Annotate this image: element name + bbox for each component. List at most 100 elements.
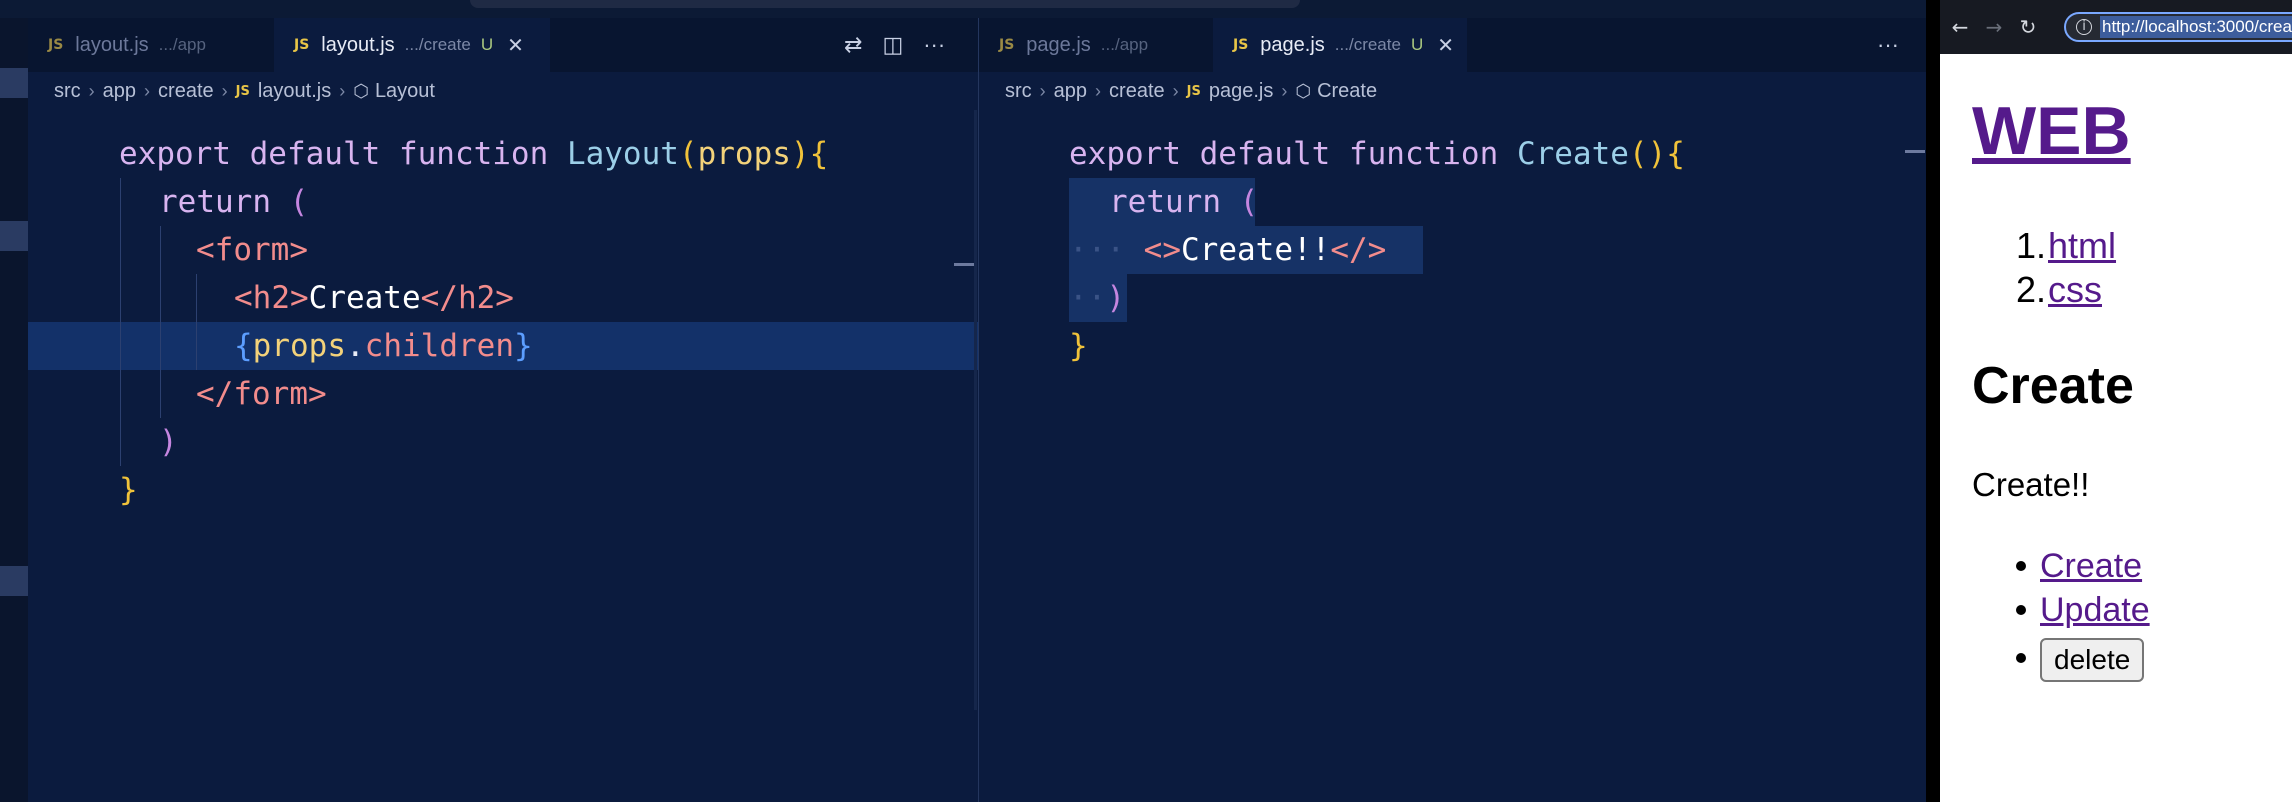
chevron-right-icon: › [1095, 80, 1102, 101]
window-edge [1926, 0, 1940, 802]
tab-label: page.js [1026, 33, 1091, 56]
code-area[interactable]: export default function Layout(props){ r… [28, 130, 978, 514]
topic-link-css[interactable]: css [2048, 268, 2102, 312]
token-tag: <> [1143, 232, 1181, 268]
untracked-status: U [1410, 35, 1424, 54]
page-heading: WEB [1972, 92, 2131, 170]
js-file-icon: JS [1186, 83, 1201, 99]
close-icon[interactable]: ✕ [1437, 33, 1454, 58]
token-paren: ( [1239, 184, 1259, 220]
list-item: Create [2016, 544, 2150, 588]
breadcrumb-item[interactable]: app [1054, 80, 1087, 103]
chevron-right-icon: › [1281, 80, 1288, 101]
delete-button[interactable]: delete [2040, 638, 2145, 682]
editor-group-left: JS layout.js .../app JS layout.js .../cr… [28, 18, 978, 802]
whitespace-dots: ·· [1069, 280, 1107, 316]
code-line: } [979, 322, 1927, 370]
code-area[interactable]: export default function Create(){ ●retur… [979, 130, 1927, 370]
token-tag: </form> [196, 376, 327, 412]
js-file-icon: JS [999, 37, 1015, 53]
token-brace: } [513, 328, 533, 364]
token-brace: { [809, 136, 829, 172]
bullet [2016, 653, 2026, 663]
tab-page-app[interactable]: JS page.js .../app [979, 18, 1213, 72]
breadcrumb-item[interactable]: app [103, 80, 136, 103]
token-brace: } [119, 472, 138, 508]
token-keyword: export default function [119, 136, 567, 172]
token-text: Create [308, 280, 421, 316]
chevron-right-icon: › [221, 80, 228, 101]
breadcrumb-item[interactable]: Create [1317, 80, 1377, 103]
token-tag: <form> [196, 232, 308, 268]
token-paren: ) [159, 424, 178, 460]
section-heading: Create [1972, 357, 2134, 415]
breadcrumb-item[interactable]: Layout [375, 80, 435, 103]
activity-item-selected[interactable] [0, 566, 28, 596]
command-center[interactable] [470, 0, 1300, 8]
page-content: WEB 1. html 2. css Create Create!! Create … [1940, 54, 2292, 802]
token-paren: ) [1106, 280, 1125, 316]
token-tag: </> [1330, 232, 1387, 268]
token-tag: </h2> [420, 280, 514, 316]
minimap-marker [1905, 150, 1925, 153]
bullet [2016, 605, 2026, 615]
info-icon[interactable]: i [2076, 19, 2092, 35]
code-line: <h2>Create</h2> [28, 274, 978, 322]
back-icon[interactable]: ← [1950, 15, 1970, 39]
code-line: export default function Layout(props){ [28, 130, 978, 178]
token-param: props [697, 136, 791, 172]
activity-item-selected[interactable] [0, 221, 28, 251]
tab-path: .../create [1334, 35, 1401, 54]
code-line: ●return ( [979, 178, 1927, 226]
code-line: ··) [979, 274, 1927, 322]
token-brace: { [234, 328, 253, 364]
create-link[interactable]: Create [2040, 544, 2142, 588]
breadcrumb-item[interactable]: page.js [1209, 80, 1274, 103]
breadcrumb-item[interactable]: src [54, 80, 81, 103]
tab-page-create[interactable]: JS page.js .../create U ✕ [1213, 18, 1467, 72]
scrollbar[interactable] [974, 110, 977, 710]
token-tag: <h2> [234, 280, 309, 316]
action-list: Create Update delete [2016, 544, 2150, 684]
tab-path: .../create [404, 35, 471, 54]
tab-bar: JS layout.js .../app JS layout.js .../cr… [28, 18, 978, 72]
update-link[interactable]: Update [2040, 588, 2150, 632]
code-line: <form> [28, 226, 978, 274]
more-icon[interactable]: ··· [1877, 32, 1899, 58]
token-variable: props [252, 328, 346, 364]
tab-layout-app[interactable]: JS layout.js .../app [28, 18, 274, 72]
address-bar[interactable]: i http://localhost:3000/create [2064, 12, 2292, 42]
activity-item-selected[interactable] [0, 68, 28, 98]
breadcrumb-item[interactable]: src [1005, 80, 1032, 103]
content-text: Create!! [1972, 466, 2090, 503]
breadcrumb-item[interactable]: create [1109, 80, 1165, 103]
compare-changes-icon[interactable]: ⇄ [844, 32, 862, 58]
close-icon[interactable]: ✕ [507, 33, 524, 58]
activity-bar [0, 18, 29, 802]
more-icon[interactable]: ··· [923, 32, 945, 58]
split-editor-icon[interactable]: ◫ [882, 32, 903, 58]
tab-layout-create[interactable]: JS layout.js .../create U ✕ [274, 18, 550, 72]
list-item: delete [2016, 632, 2150, 684]
token-brace: } [1069, 328, 1088, 364]
editor-group-right: JS page.js .../app JS page.js .../create… [978, 18, 1927, 802]
token-paren: ( [678, 136, 698, 172]
breadcrumb-item[interactable]: create [158, 80, 214, 103]
tab-label: layout.js [75, 33, 149, 56]
topic-link-html[interactable]: html [2048, 224, 2116, 268]
chevron-right-icon: › [88, 80, 95, 101]
js-file-icon: JS [294, 37, 310, 53]
breadcrumb: src › app › create › JS layout.js › ⬡ Layout [28, 72, 978, 110]
list-item: Update [2016, 588, 2150, 632]
cube-icon: ⬡ [1295, 80, 1312, 101]
forward-icon[interactable]: → [1984, 15, 2004, 39]
minimap-marker [954, 263, 976, 266]
reload-icon[interactable]: ↻ [2018, 15, 2038, 39]
code-line-current: {props.children} [28, 322, 978, 370]
breadcrumb-item[interactable]: layout.js [258, 80, 331, 103]
code-line: </form> [28, 370, 978, 418]
home-link[interactable]: WEB [1972, 93, 2131, 169]
list-item: 1. html [2016, 224, 2116, 268]
token-text: Create!! [1181, 232, 1331, 268]
tab-bar: JS page.js .../app JS page.js .../create… [979, 18, 1927, 72]
